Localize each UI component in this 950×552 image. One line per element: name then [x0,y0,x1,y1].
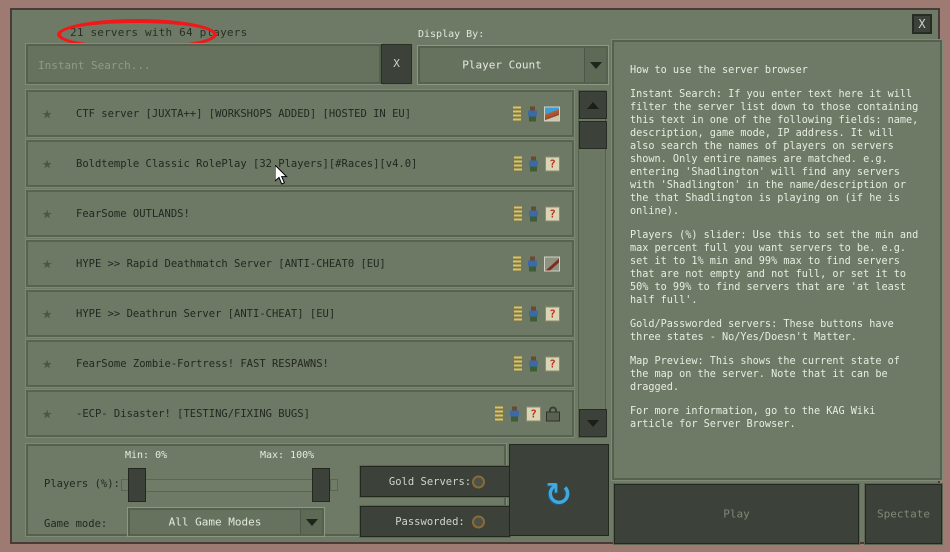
player-list-icon[interactable] [527,206,540,221]
server-count-label: 21 servers with 64 players [70,26,248,39]
server-info-icon[interactable] [514,356,522,371]
server-info-icon[interactable] [514,206,522,221]
scrollbar-thumb[interactable] [579,121,607,149]
search-placeholder: Instant Search... [38,59,151,72]
toggle-state-icon [472,515,485,528]
server-browser-window: X 21 servers with 64 players Display By:… [10,8,943,545]
favorite-star-icon[interactable]: ★ [42,405,59,422]
close-icon[interactable]: X [912,14,932,34]
favorite-star-icon[interactable]: ★ [42,205,59,222]
server-row[interactable]: ★ FearSome Zombie-Fortress! FAST RESPAWNS… [25,339,575,388]
display-by-value: Player Count [462,58,542,72]
favorite-star-icon[interactable]: ★ [42,305,59,322]
slider-handle-min[interactable] [128,468,146,502]
favorite-star-icon[interactable]: ★ [42,255,59,272]
display-by-label: Display By: [418,29,485,40]
lock-icon [546,406,560,421]
player-list-icon[interactable] [526,256,539,271]
player-list-icon[interactable] [508,406,521,421]
server-row-icons [513,106,560,121]
play-label: Play [723,507,750,521]
server-info-icon[interactable] [513,106,521,121]
gold-servers-toggle[interactable]: Gold Servers: [359,465,511,498]
game-mode-value: All Game Modes [168,515,262,529]
game-mode-dropdown[interactable]: All Game Modes [127,507,325,537]
server-info-icon[interactable] [513,256,521,271]
server-row[interactable]: ★ FearSome OUTLANDS!? [25,189,575,238]
display-by-dropdown[interactable]: Player Count [417,45,609,85]
refresh-icon: ↺ [546,465,572,514]
help-panel: How to use the server browser Instant Se… [611,39,943,481]
server-row[interactable]: ★ Boldtemple Classic RolePlay [32 Players… [25,139,575,188]
refresh-button[interactable]: ↺ [509,444,609,536]
help-paragraph: Map Preview: This shows the current stat… [630,356,900,393]
server-row[interactable]: ★ CTF server [JUXTA++] [WORKSHOPS ADDED] … [25,89,575,138]
toggle-state-icon [472,475,485,488]
unknown-preview-icon[interactable]: ? [545,156,560,171]
server-list-scrollbar[interactable] [578,90,607,438]
map-preview-icon[interactable] [544,106,560,121]
server-name-label: CTF server [JUXTA++] [WORKSHOPS ADDED] [… [76,107,412,120]
server-name-label: FearSome Zombie-Fortress! FAST RESPAWNS! [76,357,329,370]
search-input[interactable]: Instant Search... [25,43,382,85]
server-row-icons: ? [514,306,560,321]
search-clear-button[interactable]: X [381,44,412,84]
server-row[interactable]: ★ HYPE >> Rapid Deathmatch Server [ANTI-C… [25,239,575,288]
slider-max-label: Max: 100% [260,450,315,461]
server-name-label: -ECP- Disaster! [TESTING/FIXING BUGS] [76,407,310,420]
spectate-button[interactable]: Spectate [864,483,943,545]
unknown-preview-icon[interactable]: ? [526,406,541,421]
player-list-icon[interactable] [527,156,540,171]
server-list: ★ CTF server [JUXTA++] [WORKSHOPS ADDED] … [25,89,575,438]
search-row: Instant Search... X [25,43,412,85]
slider-min-label: Min: 0% [125,450,168,461]
server-browser-screen: X 21 servers with 64 players Display By:… [0,0,950,552]
server-row[interactable]: ★ HYPE >> Deathrun Server [ANTI-CHEAT] [E… [25,289,575,338]
server-name-label: HYPE >> Rapid Deathmatch Server [ANTI-CH… [76,257,386,270]
favorite-star-icon[interactable]: ★ [42,355,59,372]
help-paragraph: Gold/Passworded servers: These buttons h… [630,319,894,343]
filter-panel: Min: 0% Max: 100% Players (%): Game mode… [25,443,511,538]
help-paragraph: Players (%) slider: Use this to set the … [630,230,919,306]
server-name-label: Boldtemple Classic RolePlay [32 Players]… [76,157,418,170]
help-paragraph: For more information, go to the KAG Wiki… [630,406,876,430]
unknown-preview-icon[interactable]: ? [545,206,560,221]
sword-preview-icon[interactable] [544,256,560,271]
server-name-label: HYPE >> Deathrun Server [ANTI-CHEAT] [EU… [76,307,336,320]
game-mode-label: Game mode: [44,518,108,530]
spectate-label: Spectate [877,507,930,521]
slider-right-cap [330,479,338,491]
server-row-icons [513,256,560,271]
player-list-icon[interactable] [526,106,539,121]
passworded-toggle[interactable]: Passworded: [359,505,511,538]
server-row-icons: ? [514,356,560,371]
player-list-icon[interactable] [527,356,540,371]
scroll-down-icon[interactable] [579,409,607,437]
server-info-icon[interactable] [495,406,503,421]
unknown-preview-icon[interactable]: ? [545,306,560,321]
slider-handle-max[interactable] [312,468,330,502]
passworded-label: Passworded: [395,515,465,528]
server-row-icons: ? [495,406,560,421]
server-row[interactable]: ★ -ECP- Disaster! [TESTING/FIXING BUGS]? [25,389,575,438]
server-row-icons: ? [514,206,560,221]
gold-servers-label: Gold Servers: [388,475,472,488]
play-button[interactable]: Play [613,483,860,545]
chevron-down-icon [300,510,322,534]
help-title: How to use the server browser [630,65,808,76]
players-percent-label: Players (%): [44,478,120,490]
player-list-icon[interactable] [527,306,540,321]
unknown-preview-icon[interactable]: ? [545,356,560,371]
players-percent-slider[interactable] [132,479,316,492]
chevron-down-icon [584,48,606,82]
server-name-label: FearSome OUTLANDS! [76,207,190,220]
scroll-up-icon[interactable] [579,91,607,119]
server-info-icon[interactable] [514,306,522,321]
favorite-star-icon[interactable]: ★ [42,105,59,122]
favorite-star-icon[interactable]: ★ [42,155,59,172]
help-paragraph: Instant Search: If you enter text here i… [630,89,919,217]
server-row-icons: ? [514,156,560,171]
server-info-icon[interactable] [514,156,522,171]
